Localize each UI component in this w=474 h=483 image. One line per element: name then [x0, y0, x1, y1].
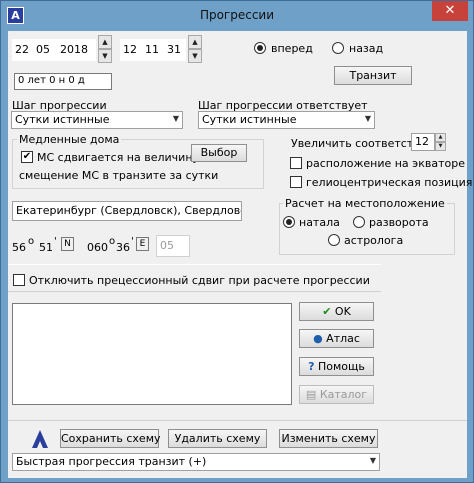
reversal-label: разворота	[369, 216, 429, 229]
slow-houses-legend: Медленные дома	[17, 133, 122, 146]
precession-label: Отключить прецессионный сдвиг при расчет…	[29, 274, 370, 287]
catalog-icon: ▤	[305, 388, 317, 401]
backward-label: назад	[349, 42, 384, 55]
ok-button[interactable]: ✔ OK	[299, 302, 374, 321]
atlas-button-label: Атлас	[326, 332, 360, 345]
chevron-down-icon: ▼	[369, 456, 376, 465]
precession-checkbox[interactable]	[13, 274, 25, 286]
natal-radio[interactable]	[283, 216, 295, 228]
date-down-arrow[interactable]: ▼	[98, 49, 112, 63]
lon-direction-button[interactable]: E	[136, 237, 149, 251]
atlas-button[interactable]: ● Атлас	[299, 329, 374, 348]
date-year[interactable]: 2018	[60, 43, 88, 56]
dialog-client-area: 22 05 2018 ▲ ▼ 12 11 31 ▲ ▼ вперед назад…	[8, 31, 472, 478]
close-button[interactable]: ✕	[432, 1, 468, 21]
degree-symbol: o	[109, 236, 116, 247]
degree-symbol: o	[28, 236, 35, 247]
backward-radio[interactable]	[332, 42, 344, 54]
progressions-window: A Прогрессии ✕ 22 05 2018 ▲ ▼ 12 11 31 ▲…	[0, 0, 474, 483]
ok-button-label: OK	[334, 305, 351, 318]
lon-degrees[interactable]: 060	[87, 241, 108, 254]
step-combo[interactable]: Сутки истинные ▼	[11, 111, 183, 129]
time-hour[interactable]: 12	[123, 43, 137, 56]
heliocentric-label: гелиоцентрическая позиция	[306, 176, 473, 189]
calc-location-group	[279, 203, 455, 255]
time-down-arrow[interactable]: ▼	[188, 49, 202, 63]
globe-icon: ●	[313, 332, 323, 345]
lon-minutes[interactable]: 36	[116, 241, 130, 254]
mc-shift-label: МС сдвигается на величину :	[37, 151, 207, 164]
chevron-down-icon: ▼	[172, 114, 179, 123]
chevron-down-icon: ▼	[364, 114, 371, 123]
title-bar[interactable]: A Прогрессии ✕	[1, 1, 473, 31]
calc-location-legend: Расчет на местоположение	[283, 197, 447, 210]
help-button[interactable]: ? Помощь	[299, 357, 374, 376]
equator-label: расположение на экваторе	[306, 157, 465, 170]
date-month[interactable]: 05	[36, 43, 50, 56]
natal-label: натала	[299, 216, 340, 229]
timezone-field: 05	[156, 235, 190, 257]
corresponds-combo-value: Сутки истинные	[202, 113, 297, 126]
forward-radio[interactable]	[254, 42, 266, 54]
checkmark-icon: ✔	[322, 305, 332, 318]
delete-scheme-button[interactable]: Удалить схему	[168, 429, 267, 448]
help-button-label: Помощь	[318, 360, 365, 373]
minute-symbol: '	[54, 236, 57, 247]
time-field[interactable]: 12 11 31	[120, 39, 186, 61]
time-second[interactable]: 31	[167, 43, 181, 56]
astrologer-radio[interactable]	[328, 234, 340, 246]
astrologer-label: астролога	[344, 234, 404, 247]
time-minute[interactable]: 11	[145, 43, 159, 56]
transit-button[interactable]: Транзит	[334, 66, 412, 85]
scheme-combo-value: Быстрая прогрессия транзит (+)	[16, 455, 207, 468]
forward-label: вперед	[271, 42, 313, 55]
scheme-combo[interactable]: Быстрая прогрессия транзит (+) ▼	[12, 453, 380, 471]
place-input[interactable]: Екатеринбург (Свердловск), Свердловская …	[12, 201, 242, 221]
change-scheme-button[interactable]: Изменить схему	[279, 429, 378, 448]
increase-input[interactable]: 12	[411, 133, 435, 151]
help-icon: ?	[308, 360, 315, 373]
lat-minutes[interactable]: 51	[39, 241, 53, 254]
window-title: Прогрессии	[199, 8, 275, 22]
equator-checkbox[interactable]	[290, 157, 302, 169]
date-field[interactable]: 22 05 2018	[12, 39, 96, 61]
lat-direction-button[interactable]: N	[61, 237, 74, 251]
select-button[interactable]: Выбор	[191, 144, 247, 162]
lat-degrees[interactable]: 56	[12, 241, 26, 254]
mc-shift-checkbox[interactable]: ✔	[21, 151, 33, 163]
minute-symbol: '	[131, 236, 134, 247]
age-display: 0 лет 0 н 0 д	[14, 73, 112, 90]
scheme-list[interactable]	[12, 303, 292, 405]
heliocentric-checkbox[interactable]	[290, 176, 302, 188]
mc-offset-text: смещение МС в транзите за сутки	[19, 169, 219, 182]
increase-down-arrow[interactable]: ▼	[435, 142, 446, 151]
app-logo-icon	[30, 429, 50, 449]
time-up-arrow[interactable]: ▲	[188, 35, 202, 49]
corresponds-combo[interactable]: Сутки истинные ▼	[198, 111, 375, 129]
catalog-button: ▤ Каталог	[299, 385, 374, 404]
step-combo-value: Сутки истинные	[15, 113, 110, 126]
save-scheme-button[interactable]: Сохранить схему	[60, 429, 161, 448]
catalog-button-label: Каталог	[319, 388, 368, 401]
date-day[interactable]: 22	[15, 43, 29, 56]
date-up-arrow[interactable]: ▲	[98, 35, 112, 49]
reversal-radio[interactable]	[353, 216, 365, 228]
increase-up-arrow[interactable]: ▲	[435, 133, 446, 142]
